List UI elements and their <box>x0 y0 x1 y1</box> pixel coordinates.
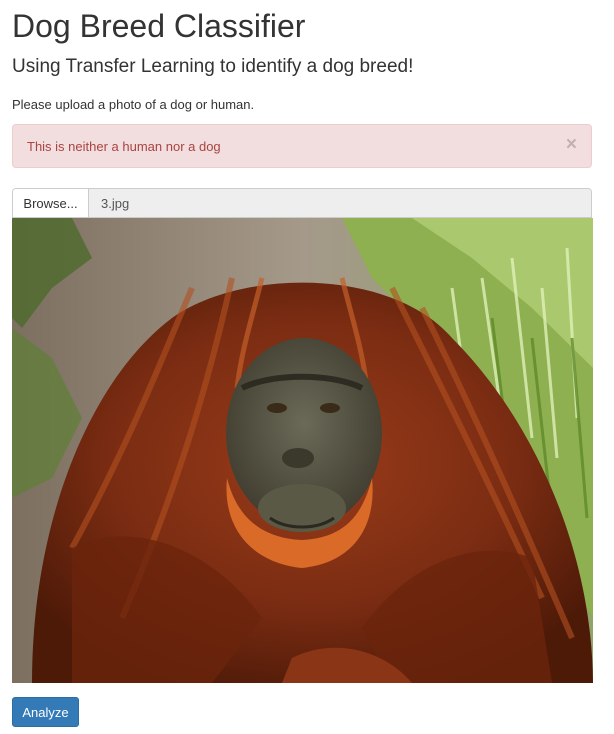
error-alert: This is neither a human nor a dog × <box>12 124 592 168</box>
close-icon[interactable]: × <box>566 135 577 155</box>
analyze-button[interactable]: Analyze <box>12 697 79 727</box>
alert-message: This is neither a human nor a dog <box>27 139 221 154</box>
page-subtitle: Using Transfer Learning to identify a do… <box>12 56 414 77</box>
page-title: Dog Breed Classifier <box>12 8 306 44</box>
orangutan-photo <box>12 218 593 683</box>
file-name-field[interactable]: 3.jpg <box>89 189 591 217</box>
file-input-group[interactable]: Browse... 3.jpg <box>12 188 592 218</box>
browse-button[interactable]: Browse... <box>13 189 89 217</box>
upload-instruction: Please upload a photo of a dog or human. <box>12 97 255 112</box>
image-preview <box>12 218 593 683</box>
